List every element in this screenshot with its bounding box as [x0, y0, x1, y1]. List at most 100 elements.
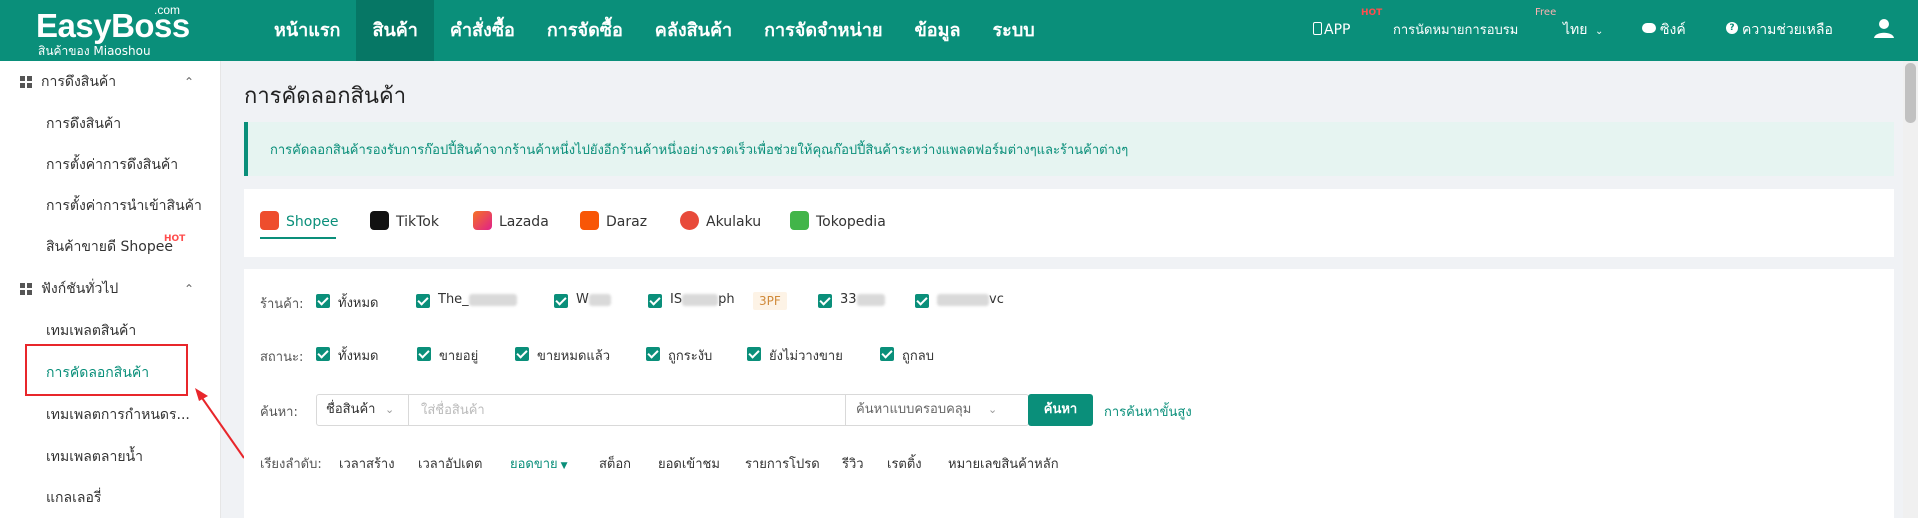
sort-created[interactable]: เวลาสร้าง: [339, 453, 395, 474]
cloud-icon: [1642, 23, 1656, 33]
question-icon: ?: [1726, 22, 1738, 34]
tab-lazada[interactable]: Lazada: [473, 210, 549, 233]
checkbox-checked-icon: [417, 347, 431, 361]
app-hot-badge: HOT: [1361, 8, 1383, 18]
tokopedia-icon: [790, 210, 809, 230]
checkbox-label: ถูกระงับ: [668, 349, 713, 364]
sort-label: เรียงลำดับ:: [260, 457, 322, 472]
nav-products[interactable]: สินค้า: [356, 0, 434, 61]
sort-views[interactable]: ยอดเข้าชม: [658, 453, 720, 474]
sidebar-group-label: การดึงสินค้า: [41, 74, 117, 90]
nav-orders[interactable]: คำสั่งซื้อ: [434, 0, 531, 61]
nav-system[interactable]: ระบบ: [977, 0, 1051, 61]
search-mode-select[interactable]: ค้นหาแบบครอบคลุม ⌄: [845, 395, 1028, 425]
logo[interactable]: EasyBoss .com สินค้าของ Miaoshou: [36, 3, 236, 58]
daraz-icon: [580, 210, 599, 230]
tab-akulaku[interactable]: Akulaku: [680, 210, 762, 233]
tab-label: Akulaku: [706, 214, 762, 230]
redacted-text: [682, 293, 719, 306]
tab-label: Lazada: [499, 214, 549, 230]
sidebar: การดึงสินค้า ⌃ การดึงสินค้า การตั้งค่ากา…: [0, 61, 221, 518]
checkbox-checked-icon: [416, 294, 430, 308]
user-avatar[interactable]: [1873, 0, 1895, 61]
checkbox-checked-icon: [648, 294, 662, 308]
tab-daraz[interactable]: Daraz: [580, 210, 647, 233]
checkbox-label: IS: [670, 292, 683, 307]
sync-button[interactable]: ซิงค์: [1642, 0, 1686, 61]
help-link[interactable]: ? ความช่วยเหลือ: [1726, 0, 1833, 61]
sidebar-item-fetch-settings[interactable]: การตั้งค่าการดึงสินค้า: [46, 150, 178, 180]
sort-rating[interactable]: เรตติ้ง: [887, 453, 922, 474]
checkbox-label-suffix: ph: [718, 292, 735, 307]
sidebar-item-import-settings[interactable]: การตั้งค่าการนำเข้าสินค้า: [46, 191, 202, 221]
sidebar-item-pricing-template[interactable]: เทมเพลตการกำหนดร...: [46, 400, 190, 430]
sync-label: ซิงค์: [1660, 22, 1686, 38]
status-label: สถานะ:: [260, 350, 304, 365]
nav-purchasing[interactable]: การจัดซื้อ: [531, 0, 639, 61]
language-select[interactable]: ไทย ⌄: [1563, 0, 1603, 61]
tab-tiktok[interactable]: TikTok: [370, 210, 439, 233]
shopee-icon: [260, 210, 279, 230]
nav-warehouse[interactable]: คลังสินค้า: [639, 0, 748, 61]
sidebar-group-fetch[interactable]: การดึงสินค้า ⌃: [0, 63, 221, 101]
app-link[interactable]: APP HOT: [1313, 0, 1382, 61]
caret-down-icon: ▼: [560, 461, 568, 471]
sort-sales-label: ยอดขาย: [510, 457, 558, 472]
scrollbar[interactable]: [1903, 61, 1918, 518]
tab-shopee[interactable]: Shopee: [260, 210, 338, 233]
tab-label: Tokopedia: [816, 214, 886, 230]
top-navbar: EasyBoss .com สินค้าของ Miaoshou หน้าแรก…: [0, 0, 1918, 61]
sort-stock[interactable]: สต็อก: [599, 453, 631, 474]
advanced-search-link[interactable]: การค้นหาขั้นสูง: [1104, 401, 1192, 422]
sidebar-item-gallery[interactable]: แกลเลอรี่: [46, 483, 101, 513]
chevron-down-icon: ⌄: [385, 403, 395, 416]
chevron-up-icon: ⌃: [184, 282, 195, 296]
nav-distribution[interactable]: การจัดจำหน่าย: [748, 0, 898, 61]
tab-label: TikTok: [396, 214, 439, 230]
phone-icon: [1313, 21, 1322, 35]
sort-reviews[interactable]: รีวิว: [842, 453, 864, 474]
redacted-text: [937, 293, 989, 306]
checkbox-label: ถูกลบ: [902, 349, 934, 364]
redacted-text: [588, 293, 611, 306]
search-field-select[interactable]: ชื่อสินค้า ⌄: [317, 395, 409, 425]
nav-home[interactable]: หน้าแรก: [258, 0, 356, 61]
checkbox-checked-icon: [915, 294, 929, 308]
sort-parent-sku[interactable]: หมายเลขสินค้าหลัก: [948, 453, 1059, 474]
sort-favorites[interactable]: รายการโปรด: [745, 453, 820, 474]
search-label: ค้นหา:: [260, 405, 298, 420]
chevron-up-icon: ⌃: [184, 75, 195, 89]
checkbox-checked-icon: [818, 294, 832, 308]
sort-sales[interactable]: ยอดขาย ▼: [510, 453, 568, 474]
sidebar-item-product-template[interactable]: เทมเพลตสินค้า: [46, 316, 136, 346]
store-3pf-tag: 3PF: [753, 292, 787, 310]
checkbox-label: ขายอยู่: [439, 349, 479, 364]
store-label: ร้านค้า:: [260, 297, 304, 312]
sidebar-item-shopee-bestseller[interactable]: สินค้าขายดี Shopee HOT: [46, 232, 185, 262]
sidebar-group-general[interactable]: ฟังก์ชันทั่วไป ⌃: [0, 270, 221, 308]
search-input[interactable]: [409, 395, 845, 425]
filter-panel: ร้านค้า: ทั้งหมด The_ W IS ph 3PF 33 vc ส…: [244, 269, 1894, 518]
search-mode-value: ค้นหาแบบครอบคลุม: [856, 402, 972, 417]
redacted-text: [468, 293, 517, 306]
search-bar: ชื่อสินค้า ⌄ ค้นหาแบบครอบคลุม ⌄: [316, 394, 1029, 426]
sidebar-item-fetch[interactable]: การดึงสินค้า: [46, 109, 121, 139]
sidebar-item-watermark-template[interactable]: เทมเพลตลายน้ำ: [46, 442, 143, 472]
nav-data[interactable]: ข้อมูล: [899, 0, 977, 61]
search-button[interactable]: ค้นหา: [1028, 394, 1093, 426]
training-label: การนัดหมายการอบรม: [1393, 23, 1519, 38]
info-text: การคัดลอกสินค้ารองรับการก๊อปปี้สินค้าจาก…: [270, 143, 1129, 158]
user-icon: [1874, 19, 1894, 38]
tab-tokopedia[interactable]: Tokopedia: [790, 210, 886, 233]
hot-badge: HOT: [164, 234, 186, 244]
grid-icon: [20, 76, 32, 88]
training-link[interactable]: การนัดหมายการอบรม Free: [1393, 0, 1556, 61]
checkbox-label: The_: [438, 292, 469, 307]
checkbox-checked-icon: [880, 347, 894, 361]
akulaku-icon: [680, 210, 699, 230]
tiktok-icon: [370, 210, 389, 230]
chevron-down-icon: ⌄: [988, 403, 998, 416]
sort-updated[interactable]: เวลาอัปเดต: [418, 453, 482, 474]
checkbox-label: vc: [989, 292, 1004, 307]
scrollbar-thumb[interactable]: [1905, 63, 1916, 123]
